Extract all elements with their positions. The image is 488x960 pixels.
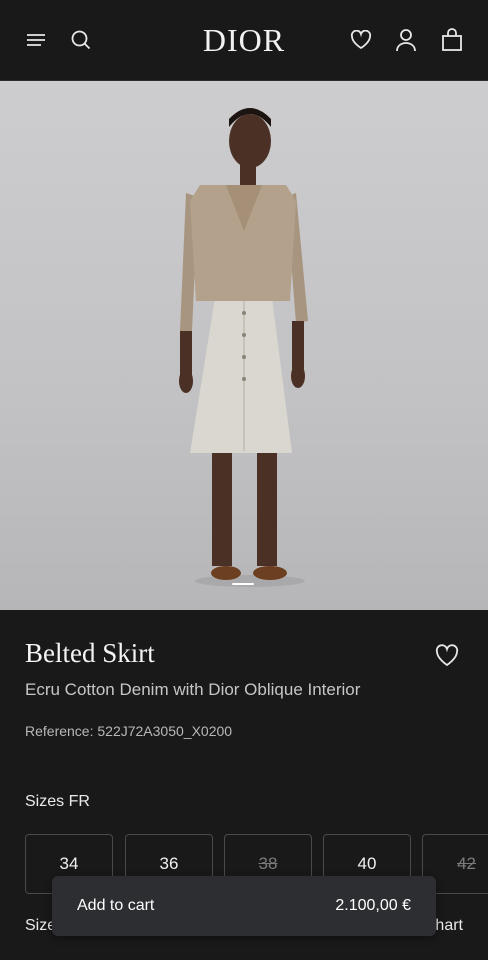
add-to-wishlist-icon[interactable] xyxy=(434,644,460,670)
size-label: 34 xyxy=(59,854,79,873)
wishlist-icon[interactable] xyxy=(347,26,375,54)
size-label: 40 xyxy=(357,854,377,873)
product-title: Belted Skirt xyxy=(25,638,155,668)
product-reference: Reference: 522J72A3050_X0200 xyxy=(25,723,233,739)
product-price: 2.100,00 € xyxy=(335,897,411,914)
sizes-label: Sizes FR xyxy=(25,793,90,810)
model-illustration xyxy=(179,108,308,587)
add-to-cart-label: Add to cart xyxy=(77,897,155,914)
top-header: DIOR xyxy=(0,0,488,81)
carousel-indicator[interactable] xyxy=(232,583,254,585)
product-subtitle: Ecru Cotton Denim with Dior Oblique Inte… xyxy=(25,680,361,699)
product-image[interactable] xyxy=(0,81,488,610)
add-to-cart-button[interactable]: Add to cart 2.100,00 € xyxy=(52,876,436,936)
size-label: 36 xyxy=(159,854,179,873)
size-label: 42 xyxy=(457,854,476,873)
account-icon[interactable] xyxy=(392,26,420,54)
bag-icon[interactable] xyxy=(438,26,466,54)
size-label: 38 xyxy=(258,854,278,873)
size-chart-link[interactable]: hart xyxy=(435,917,463,935)
